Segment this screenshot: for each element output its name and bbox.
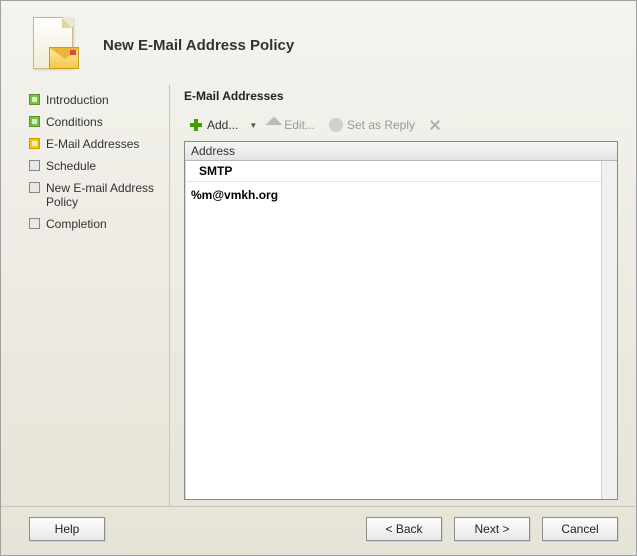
dropdown-arrow-icon[interactable]: ▼: [247, 121, 259, 130]
delete-icon: [429, 119, 441, 131]
step-label: Completion: [46, 217, 107, 231]
step-conditions[interactable]: Conditions: [29, 111, 169, 133]
step-label: Schedule: [46, 159, 96, 173]
pending-step-icon: [29, 182, 40, 193]
edit-button[interactable]: Edit...: [263, 115, 320, 135]
wizard-steps: Introduction Conditions E-Mail Addresses…: [29, 85, 169, 506]
reply-icon: [329, 118, 343, 132]
list-item[interactable]: %m@vmkh.org: [185, 182, 601, 208]
content: Introduction Conditions E-Mail Addresses…: [1, 85, 636, 506]
column-header-address[interactable]: Address: [185, 142, 617, 161]
list-type-row[interactable]: SMTP: [185, 161, 601, 182]
main-panel: E-Mail Addresses Add... ▼ Edit... Set as…: [169, 85, 618, 506]
scrollbar[interactable]: [601, 161, 617, 499]
footer: Help < Back Next > Cancel: [1, 506, 636, 555]
step-label: Introduction: [46, 93, 109, 107]
step-label: E-Mail Addresses: [46, 137, 139, 151]
step-introduction[interactable]: Introduction: [29, 89, 169, 111]
delete-button[interactable]: [424, 116, 446, 134]
help-button[interactable]: Help: [29, 517, 105, 541]
edit-label: Edit...: [284, 118, 315, 132]
address-list: Address SMTP %m@vmkh.org: [184, 141, 618, 500]
pending-step-icon: [29, 160, 40, 171]
step-label: Conditions: [46, 115, 103, 129]
step-new-policy[interactable]: New E-mail Address Policy: [29, 177, 169, 213]
toolbar: Add... ▼ Edit... Set as Reply: [184, 111, 618, 141]
step-completion[interactable]: Completion: [29, 213, 169, 235]
step-label: New E-mail Address Policy: [46, 181, 169, 209]
wizard-dialog: New E-Mail Address Policy Introduction C…: [0, 0, 637, 556]
next-button[interactable]: Next >: [454, 517, 530, 541]
check-icon: [29, 94, 40, 105]
set-as-reply-button[interactable]: Set as Reply: [324, 115, 420, 135]
pending-step-icon: [29, 218, 40, 229]
step-schedule[interactable]: Schedule: [29, 155, 169, 177]
envelope-icon: [29, 15, 81, 75]
section-title: E-Mail Addresses: [184, 85, 618, 111]
current-step-icon: [29, 138, 40, 149]
back-button[interactable]: < Back: [366, 517, 442, 541]
reply-label: Set as Reply: [347, 118, 415, 132]
plus-icon: [189, 118, 203, 132]
add-label: Add...: [207, 118, 238, 132]
cancel-button[interactable]: Cancel: [542, 517, 618, 541]
check-icon: [29, 116, 40, 127]
step-email-addresses[interactable]: E-Mail Addresses: [29, 133, 169, 155]
pencil-icon: [266, 117, 283, 134]
add-button[interactable]: Add...: [184, 115, 243, 135]
header: New E-Mail Address Policy: [1, 1, 636, 85]
dialog-title: New E-Mail Address Policy: [103, 37, 294, 54]
